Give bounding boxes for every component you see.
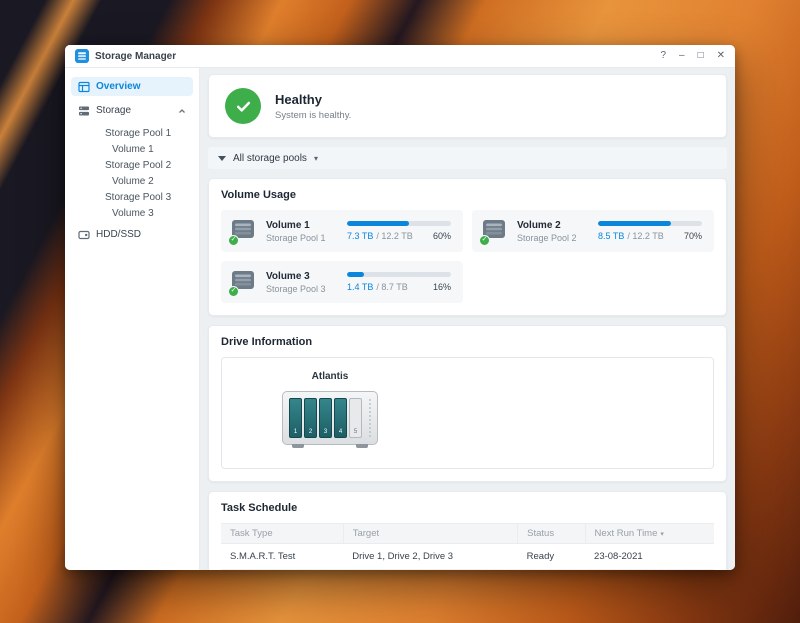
storage-pool-filter[interactable]: All storage pools ▾ xyxy=(208,147,727,169)
sidebar-item-label: Overview xyxy=(96,81,141,92)
healthy-badge-icon: ✓ xyxy=(228,235,239,246)
volume-icon: ✓ xyxy=(479,219,508,246)
volume-pool: Storage Pool 3 xyxy=(266,283,326,294)
column-header-target[interactable]: Target xyxy=(343,523,519,544)
total-capacity: / 12.2 TB xyxy=(627,231,664,241)
drive-information-title: Drive Information xyxy=(221,336,313,348)
task-type-cell: S.M.A.R.T. Test xyxy=(221,543,344,570)
sidebar-item-storage[interactable]: Storage xyxy=(71,101,193,120)
volume-name: Volume 1 xyxy=(266,219,310,231)
help-button[interactable]: ? xyxy=(660,51,666,61)
usage-percent: 60% xyxy=(432,231,451,241)
volume-icon: ✓ xyxy=(228,270,257,297)
drive-information-card: Drive Information Atlantis 1 2 3 4 5 xyxy=(208,325,727,482)
storage-icon xyxy=(78,105,90,117)
minimize-button[interactable]: – xyxy=(679,51,685,61)
nas-illustration: 1 2 3 4 5 xyxy=(282,391,378,448)
used-capacity: 1.4 TB xyxy=(347,282,374,292)
task-schedule-card: Task Schedule Task Type Target Status Ne… xyxy=(208,491,727,570)
volume-usage-title: Volume Usage xyxy=(221,189,296,201)
window-title: Storage Manager xyxy=(95,50,177,62)
maximize-button[interactable]: □ xyxy=(698,51,704,61)
usage-bar xyxy=(598,221,702,226)
volume-usage-card: Volume Usage ✓ Volume 1 Storage Pool 1 7… xyxy=(208,178,727,316)
sidebar-item-label: HDD/SSD xyxy=(96,229,142,240)
status-cell: Ready xyxy=(517,543,586,570)
used-capacity: 7.3 TB xyxy=(347,231,374,241)
table-row[interactable]: S.M.A.R.T. Test Drive 1, Drive 2, Drive … xyxy=(221,543,714,570)
nas-device[interactable]: Atlantis 1 2 3 4 5 xyxy=(282,371,378,455)
task-schedule-table: Task Type Target Status Next Run Time ▾ S… xyxy=(221,523,714,570)
sidebar-item-label: Storage xyxy=(96,105,132,116)
sort-caret-icon: ▾ xyxy=(660,531,664,538)
sidebar-item-storage-pool-1[interactable]: Storage Pool 1 xyxy=(71,125,193,141)
chevron-up-icon[interactable] xyxy=(178,107,186,115)
column-header-task-type[interactable]: Task Type xyxy=(221,523,344,544)
drive-bay-4[interactable]: 4 xyxy=(334,398,347,438)
total-capacity: / 8.7 TB xyxy=(376,282,408,292)
drive-bay-3[interactable]: 3 xyxy=(319,398,332,438)
volume-3-tile[interactable]: ✓ Volume 3 Storage Pool 3 1.4 TB / 8.7 T… xyxy=(221,261,463,303)
next-run-time-cell: 23-08-2021 xyxy=(585,543,714,570)
sidebar-item-volume-1[interactable]: Volume 1 xyxy=(71,141,193,157)
drive-box: Atlantis 1 2 3 4 5 xyxy=(221,357,714,469)
health-card: Healthy System is healthy. xyxy=(208,74,727,138)
used-capacity: 8.5 TB xyxy=(598,231,625,241)
drive-bay-5[interactable]: 5 xyxy=(349,398,362,438)
titlebar[interactable]: Storage Manager ? – □ ✕ xyxy=(65,45,735,68)
vent-grille xyxy=(368,398,371,438)
sidebar-item-hdd-ssd[interactable]: HDD/SSD xyxy=(71,225,193,244)
overview-panel[interactable]: Healthy System is healthy. All storage p… xyxy=(200,68,735,570)
sidebar-item-volume-2[interactable]: Volume 2 xyxy=(71,173,193,189)
pool-filter-label[interactable]: All storage pools xyxy=(233,153,307,164)
volume-name: Volume 2 xyxy=(517,219,561,231)
column-header-next-run-time[interactable]: Next Run Time ▾ xyxy=(585,523,714,544)
hdd-icon xyxy=(78,229,90,241)
healthy-check-icon xyxy=(225,88,261,124)
sidebar-item-volume-3[interactable]: Volume 3 xyxy=(71,205,193,221)
health-status: Healthy xyxy=(275,91,322,107)
sidebar-item-storage-pool-3[interactable]: Storage Pool 3 xyxy=(71,189,193,205)
usage-bar xyxy=(347,272,451,277)
dropdown-caret-icon[interactable]: ▾ xyxy=(314,154,318,163)
volume-2-tile[interactable]: ✓ Volume 2 Storage Pool 2 8.5 TB / 12.2 … xyxy=(472,210,714,252)
volume-pool: Storage Pool 1 xyxy=(266,232,326,243)
drive-bay-1[interactable]: 1 xyxy=(289,398,302,438)
total-capacity: / 12.2 TB xyxy=(376,231,413,241)
collapse-triangle-icon[interactable] xyxy=(218,155,226,161)
device-name: Atlantis xyxy=(311,371,349,382)
storage-manager-window: Storage Manager ? – □ ✕ Overview Storage xyxy=(65,45,735,570)
volume-name: Volume 3 xyxy=(266,270,310,282)
usage-percent: 70% xyxy=(683,231,702,241)
task-schedule-title: Task Schedule xyxy=(221,502,298,514)
usage-percent: 16% xyxy=(432,282,451,292)
volume-1-tile[interactable]: ✓ Volume 1 Storage Pool 1 7.3 TB / 12.2 … xyxy=(221,210,463,252)
overview-icon xyxy=(78,81,90,93)
healthy-badge-icon: ✓ xyxy=(228,286,239,297)
usage-bar-fill xyxy=(347,272,364,277)
target-cell: Drive 1, Drive 2, Drive 3 xyxy=(343,543,518,570)
usage-bar-fill xyxy=(598,221,671,226)
sidebar: Overview Storage Storage Pool 1 Volume 1… xyxy=(65,68,200,570)
health-message: System is healthy. xyxy=(275,109,352,121)
sidebar-item-overview[interactable]: Overview xyxy=(71,77,193,96)
usage-bar-fill xyxy=(347,221,410,226)
sidebar-item-storage-pool-2[interactable]: Storage Pool 2 xyxy=(71,157,193,173)
drive-bay-2[interactable]: 2 xyxy=(304,398,317,438)
volume-pool: Storage Pool 2 xyxy=(517,232,577,243)
storage-manager-app-icon xyxy=(75,49,89,63)
usage-bar xyxy=(347,221,451,226)
volume-icon: ✓ xyxy=(228,219,257,246)
column-header-status[interactable]: Status xyxy=(517,523,586,544)
healthy-badge-icon: ✓ xyxy=(479,235,490,246)
close-button[interactable]: ✕ xyxy=(717,51,725,61)
